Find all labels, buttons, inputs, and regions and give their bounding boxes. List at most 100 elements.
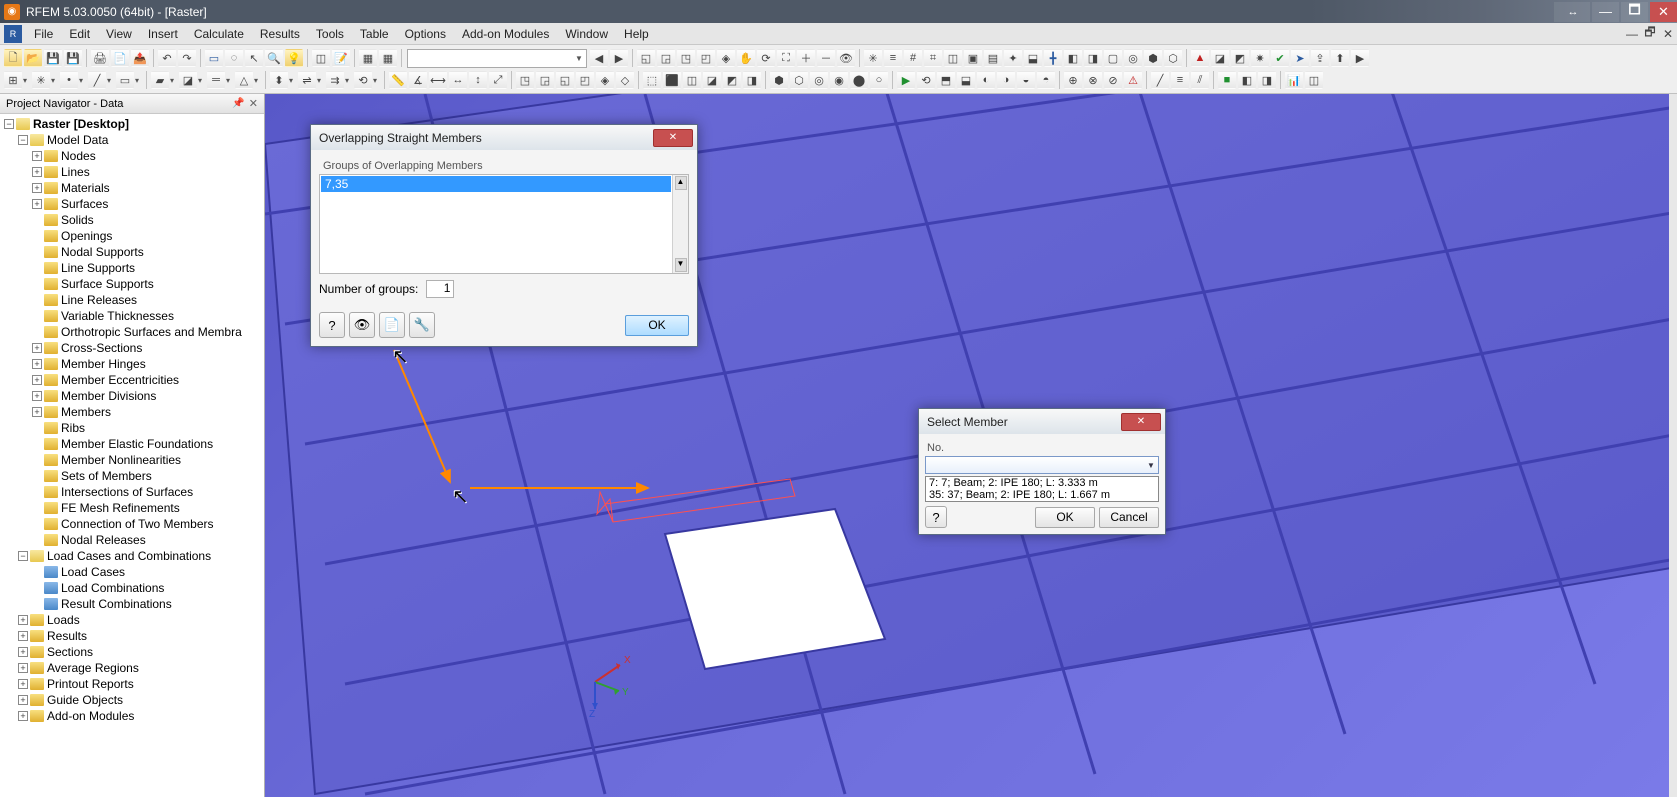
print-icon[interactable]: 🖨 (91, 49, 109, 67)
measure-icon[interactable]: 📏 (389, 71, 407, 89)
misc-icon[interactable]: ⬓ (957, 71, 975, 89)
color-icon[interactable]: ◨ (1258, 71, 1276, 89)
view-icon[interactable]: ◱ (637, 49, 655, 67)
misc-icon[interactable]: ◑ (997, 71, 1015, 89)
export-list-icon[interactable]: 📄 (379, 312, 405, 338)
member-view-icon[interactable]: ╱ (1151, 71, 1169, 89)
misc-icon[interactable]: ◉ (830, 71, 848, 89)
menu-view[interactable]: View (98, 25, 140, 43)
misc-icon[interactable]: ✷ (1251, 49, 1269, 67)
tree-item[interactable]: +Members (0, 404, 264, 420)
eye-icon[interactable]: 👁 (349, 312, 375, 338)
tree-item[interactable]: +Loads (0, 612, 264, 628)
misc-icon[interactable]: ◒ (1017, 71, 1035, 89)
tree-item[interactable]: Intersections of Surfaces (0, 484, 264, 500)
block-icon[interactable]: ◫ (312, 49, 330, 67)
undo-icon[interactable]: ↶ (158, 49, 176, 67)
osnap-icon[interactable]: ✳ (32, 71, 50, 89)
zoomin-icon[interactable]: ＋ (797, 49, 815, 67)
scroll-down-icon[interactable]: ▼ (675, 258, 687, 272)
mirror-icon[interactable]: ⇌ (298, 71, 316, 89)
misc-icon[interactable]: ≡ (884, 49, 902, 67)
zoomfit-icon[interactable]: ⛶ (777, 49, 795, 67)
tree-item[interactable]: +Guide Objects (0, 692, 264, 708)
warn-icon[interactable]: ⚠ (1124, 71, 1142, 89)
help-icon[interactable]: ? (925, 506, 947, 528)
misc-icon[interactable]: ⊘ (1104, 71, 1122, 89)
grid-icon[interactable]: ⊞ (4, 71, 22, 89)
extrude-icon[interactable]: ⬍ (270, 71, 288, 89)
member-view-icon[interactable]: ⫽ (1191, 71, 1209, 89)
list-item[interactable]: 7: 7; Beam; 2: IPE 180; L: 3.333 m (926, 477, 1158, 489)
saveall-icon[interactable]: 💾 (64, 49, 82, 67)
groups-list[interactable]: 7,35 ▲ ▼ (319, 174, 689, 274)
tree-item[interactable]: Sets of Members (0, 468, 264, 484)
tree-lcc[interactable]: − Load Cases and Combinations (0, 548, 264, 564)
misc-icon[interactable]: ◐ (977, 71, 995, 89)
next-icon[interactable]: ▶ (610, 49, 628, 67)
tree-item[interactable]: +Average Regions (0, 660, 264, 676)
tree-item[interactable]: +Member Divisions (0, 388, 264, 404)
tree-item[interactable]: +Member Eccentricities (0, 372, 264, 388)
misc-icon[interactable]: ⌗ (924, 49, 942, 67)
tree-item[interactable]: +Results (0, 628, 264, 644)
misc-icon[interactable]: ⬤ (850, 71, 868, 89)
menu-options[interactable]: Options (397, 25, 454, 43)
dim-icon[interactable]: ↔ (449, 71, 467, 89)
color-icon[interactable]: ◫ (1305, 71, 1323, 89)
viewcube-icon[interactable]: ◇ (616, 71, 634, 89)
tree-item[interactable]: +Nodes (0, 148, 264, 164)
mdi-restore[interactable]: 🗗 (1641, 26, 1659, 42)
misc-icon[interactable]: ✳ (864, 49, 882, 67)
misc-icon[interactable]: ▣ (964, 49, 982, 67)
misc-icon[interactable]: ◎ (810, 71, 828, 89)
member-combo[interactable]: ▼ (925, 456, 1159, 474)
tree-item[interactable]: Member Nonlinearities (0, 452, 264, 468)
table-icon[interactable]: ▦ (359, 49, 377, 67)
minimize-button[interactable]: — (1592, 2, 1619, 22)
navigator-tree[interactable]: − Raster [Desktop] − Model Data +Nodes+L… (0, 114, 264, 797)
loadcase-combo[interactable]: ▼ (407, 49, 587, 68)
cancel-button[interactable]: Cancel (1099, 507, 1159, 528)
misc-icon[interactable]: # (904, 49, 922, 67)
calc-icon[interactable]: ▲ (1191, 49, 1209, 67)
color-icon[interactable]: ◧ (1238, 71, 1256, 89)
vertical-scrollbar[interactable] (1669, 94, 1677, 797)
tree-item[interactable]: +Surfaces (0, 196, 264, 212)
scroll-up-icon[interactable]: ▲ (675, 176, 687, 190)
dim-icon[interactable]: ⟷ (429, 71, 447, 89)
offset-icon[interactable]: ⇉ (326, 71, 344, 89)
rotate-icon[interactable]: ⟲ (354, 71, 372, 89)
help-icon[interactable]: ? (319, 312, 345, 338)
misc-icon[interactable]: ◎ (1124, 49, 1142, 67)
menu-calculate[interactable]: Calculate (186, 25, 252, 43)
dialog-titlebar[interactable]: Overlapping Straight Members ✕ (311, 125, 697, 150)
save-icon[interactable]: 💾 (44, 49, 62, 67)
misc-icon[interactable]: ▤ (984, 49, 1002, 67)
view-icon[interactable]: ◳ (677, 49, 695, 67)
menu-file[interactable]: File (26, 25, 61, 43)
menu-window[interactable]: Window (557, 25, 616, 43)
menu-results[interactable]: Results (252, 25, 308, 43)
misc-icon[interactable]: ◫ (944, 49, 962, 67)
tree-item[interactable]: +Lines (0, 164, 264, 180)
viewcube-icon[interactable]: ◱ (556, 71, 574, 89)
check-icon[interactable]: ✔ (1271, 49, 1289, 67)
ok-button[interactable]: OK (1035, 507, 1095, 528)
pointer-icon[interactable]: ↖ (245, 49, 263, 67)
misc-icon[interactable]: ⬒ (937, 71, 955, 89)
misc-icon[interactable]: ◧ (1064, 49, 1082, 67)
misc-icon[interactable]: ⊗ (1084, 71, 1102, 89)
selection-icon[interactable]: ◫ (683, 71, 701, 89)
green-icon[interactable]: ■ (1218, 71, 1236, 89)
angle-icon[interactable]: ∡ (409, 71, 427, 89)
misc-icon[interactable]: ◓ (1037, 71, 1055, 89)
new-icon[interactable]: 🗋 (4, 49, 22, 67)
export-icon[interactable]: 📤 (131, 49, 149, 67)
zoomout-icon[interactable]: － (817, 49, 835, 67)
lasso-icon[interactable]: ◌ (225, 49, 243, 67)
misc-icon[interactable]: ⇪ (1311, 49, 1329, 67)
misc-icon[interactable]: ➤ (1291, 49, 1309, 67)
misc-icon[interactable]: ◩ (1231, 49, 1249, 67)
selection-icon[interactable]: ◩ (723, 71, 741, 89)
